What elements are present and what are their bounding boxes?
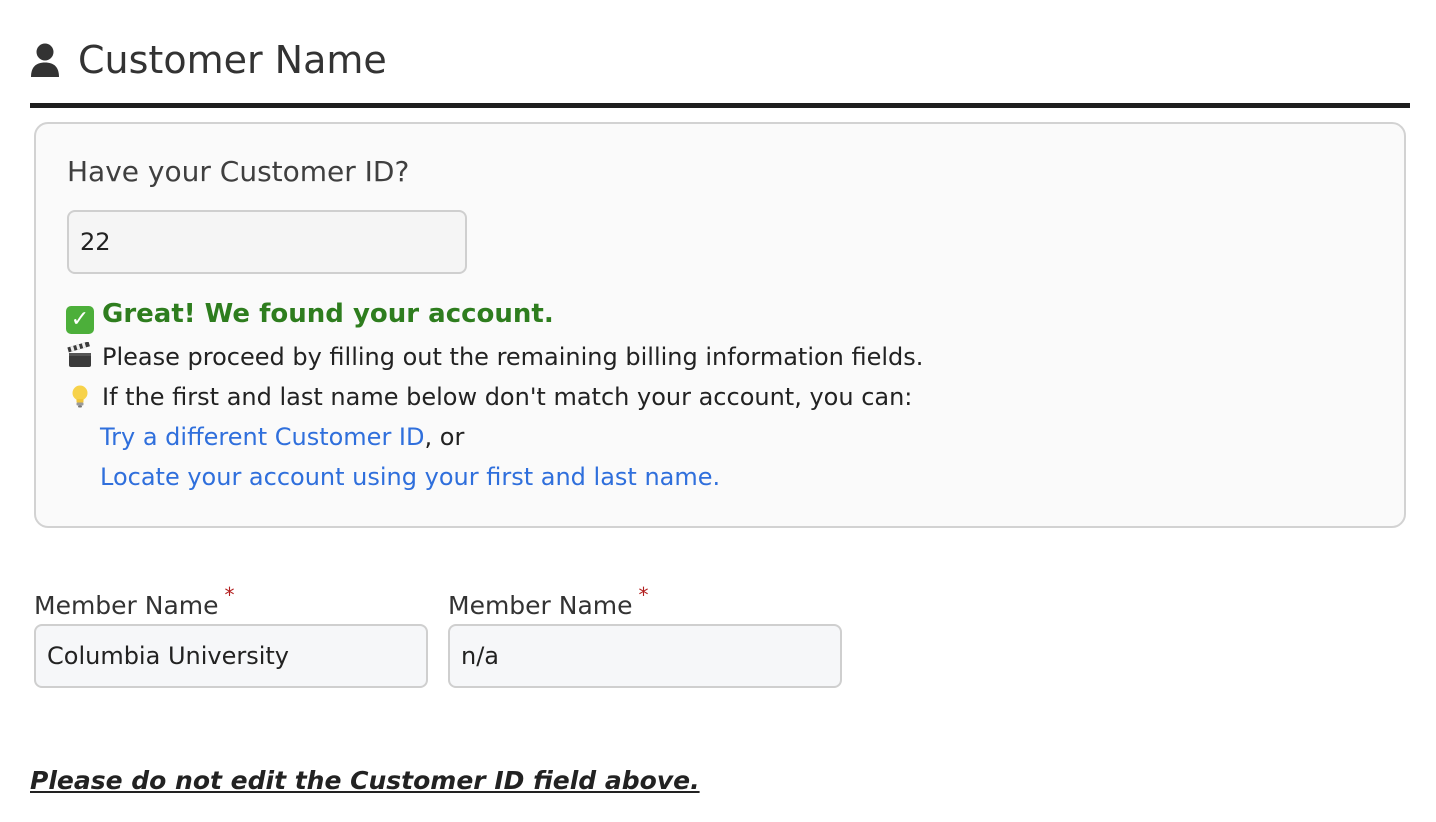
- check-mark-icon: ✓: [66, 306, 94, 334]
- customer-id-input[interactable]: [67, 210, 467, 274]
- section-header: Customer Name: [30, 30, 1410, 108]
- hint-message-text: If the first and last name below don't m…: [102, 383, 913, 411]
- clapperboard-icon: [67, 342, 91, 367]
- locate-account-link[interactable]: Locate your account using your first and…: [100, 463, 720, 491]
- link-separator: , or: [424, 423, 465, 451]
- first-name-label: Member Name *: [34, 578, 235, 623]
- customer-id-lookup-panel: Have your Customer ID? ✓ Great! We found …: [34, 122, 1406, 528]
- billing-customer-section: Customer Name Have your Customer ID? ✓ Gr…: [0, 0, 1436, 822]
- last-name-label-text: Member Name: [448, 591, 633, 620]
- proceed-message-text: Please proceed by filling out the remain…: [102, 343, 924, 371]
- hint-message: If the first and last name below don't m…: [66, 381, 912, 413]
- locate-account-line: Locate your account using your first and…: [100, 461, 720, 493]
- success-message: ✓ Great! We found your account.: [66, 298, 554, 334]
- last-name-input[interactable]: [448, 624, 842, 688]
- user-icon: [31, 43, 59, 77]
- last-name-label: Member Name *: [448, 578, 649, 623]
- customer-id-label: Have your Customer ID?: [67, 155, 410, 188]
- required-asterisk: *: [638, 583, 649, 607]
- section-title: Customer Name: [78, 38, 387, 82]
- proceed-message: Please proceed by filling out the remain…: [66, 341, 923, 373]
- success-message-text: Great! We found your account.: [102, 299, 554, 329]
- try-different-line: Try a different Customer ID, or: [100, 421, 464, 453]
- first-name-input[interactable]: [34, 624, 428, 688]
- first-name-label-text: Member Name: [34, 591, 219, 620]
- required-asterisk: *: [224, 583, 235, 607]
- lightbulb-icon: [72, 385, 88, 408]
- try-different-id-link[interactable]: Try a different Customer ID: [100, 423, 425, 451]
- edit-warning-note: Please do not edit the Customer ID field…: [30, 766, 700, 795]
